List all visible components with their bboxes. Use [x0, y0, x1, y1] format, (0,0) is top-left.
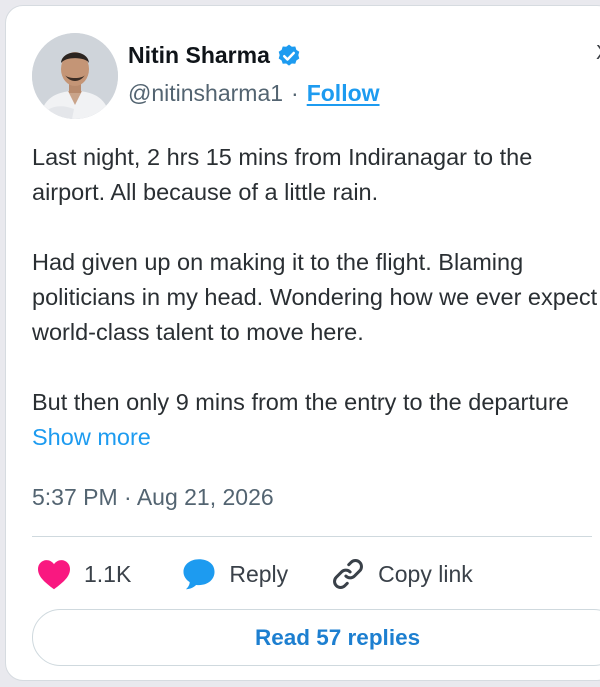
link-icon [333, 559, 364, 589]
heart-icon [38, 560, 70, 590]
read-replies-button[interactable]: Read 57 replies [32, 609, 600, 666]
tweet-paragraph: Last night, 2 hrs 15 mins from Indiranag… [32, 144, 533, 205]
copy-link-button[interactable]: Copy link [330, 556, 473, 592]
tweet-timestamp[interactable]: 5:37 PM · Aug 21, 2026 [32, 484, 274, 511]
copy-link-label: Copy link [378, 560, 473, 587]
author-handle-row: @nitinsharma1 · Follow [128, 80, 380, 107]
reply-label: Reply [229, 560, 289, 587]
tweet-paragraph: Had given up on making it to the flight.… [32, 249, 598, 345]
like-button[interactable]: 1.1K [36, 558, 131, 590]
author-handle[interactable]: @nitinsharma1 [128, 80, 283, 107]
reply-button[interactable]: Reply [181, 557, 288, 591]
divider [32, 536, 592, 537]
tweet-paragraph-text: But then only 9 mins from the entry to t… [32, 389, 569, 415]
show-more-link[interactable]: Show more [32, 424, 151, 450]
author-name-row: Nitin Sharma [128, 42, 302, 69]
tweet-paragraph-last: But then only 9 mins from the entry to t… [32, 385, 600, 455]
avatar-image [32, 33, 118, 119]
avatar[interactable] [32, 33, 118, 119]
author-name[interactable]: Nitin Sharma [128, 42, 270, 69]
tweet-text: Last night, 2 hrs 15 mins from Indiranag… [32, 140, 600, 455]
action-bar: 1.1K Reply Copy link [36, 556, 473, 592]
verified-badge-icon [278, 44, 300, 66]
follow-button[interactable]: Follow [307, 80, 380, 107]
speech-bubble-icon [183, 559, 215, 590]
close-icon[interactable]: X [596, 42, 600, 65]
like-count: 1.1K [84, 560, 132, 587]
read-replies-label: Read 57 replies [255, 624, 421, 650]
tweet-card: Nitin Sharma @nitinsharma1 · Follow X La… [5, 5, 600, 681]
separator-dot: · [291, 80, 299, 106]
